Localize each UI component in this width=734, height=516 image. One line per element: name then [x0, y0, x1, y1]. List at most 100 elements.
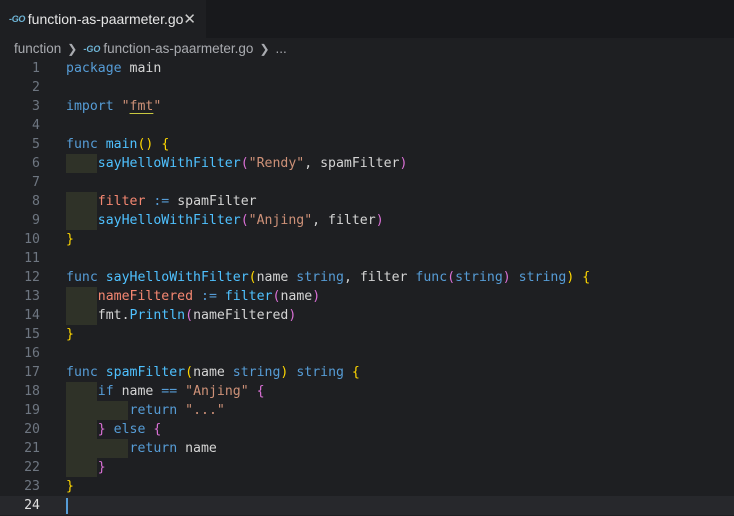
code-line[interactable]: 5 func main() { — [0, 135, 734, 154]
code-line[interactable]: 23} — [0, 477, 734, 496]
code-text: func main() { — [66, 135, 169, 154]
code-token: sayHelloWithFilter — [97, 156, 241, 171]
code-token: , spamFilter — [304, 156, 400, 171]
code-line[interactable]: 20 } else { — [0, 420, 734, 439]
line-number: 22 — [24, 460, 40, 475]
line-number: 23 — [24, 479, 40, 494]
code-token: "Anjing" — [185, 384, 249, 399]
code-token: } — [97, 460, 106, 475]
line-number: 9 — [32, 213, 40, 228]
code-line[interactable]: 17 func spamFilter(name string) string { — [0, 363, 734, 382]
tab-function-as-paarmeter[interactable]: -GO function-as-paarmeter.go ✕ — [0, 0, 206, 38]
line-number: 24 — [24, 498, 40, 513]
code-token: ) — [502, 270, 511, 285]
text-cursor — [66, 498, 68, 514]
code-line[interactable]: 10} — [0, 230, 734, 249]
code-token: string — [232, 365, 281, 380]
code-line[interactable]: 24 — [0, 496, 734, 515]
code-line[interactable]: 18 if name == "Anjing" { — [0, 382, 734, 401]
code-line[interactable]: 4 — [0, 116, 734, 135]
code-editor[interactable]: 1 package main 2 3 import "fmt" 4 5 func main()… — [0, 59, 734, 516]
line-number: 16 — [24, 346, 40, 361]
code-token: { — [582, 270, 591, 285]
code-token: ( — [248, 270, 257, 285]
line-number: 19 — [24, 403, 40, 418]
code-text: filter := spamFilter — [66, 192, 257, 211]
line-number: 2 — [32, 80, 40, 95]
code-text: sayHelloWithFilter("Anjing", filter) — [66, 211, 384, 230]
code-text: } — [66, 230, 74, 249]
code-text: package main — [66, 59, 161, 78]
code-line[interactable]: 8 filter := spamFilter — [0, 192, 734, 211]
line-number: 4 — [32, 118, 40, 133]
code-token: ) — [288, 308, 297, 323]
code-token: , filter — [343, 270, 416, 285]
line-number: 18 — [24, 384, 40, 399]
code-token: func — [66, 365, 98, 380]
code-line[interactable]: 22 } — [0, 458, 734, 477]
code-token: " — [121, 99, 130, 114]
code-token: spamFilter — [169, 194, 257, 209]
code-line[interactable]: 3 import "fmt" — [0, 97, 734, 116]
code-line[interactable]: 6 sayHelloWithFilter("Rendy", spamFilter… — [0, 154, 734, 173]
code-token: ( — [185, 365, 194, 380]
code-text: } — [66, 458, 106, 477]
code-token: sayHelloWithFilter — [105, 270, 249, 285]
code-token: { — [351, 365, 360, 380]
code-token: ) — [375, 213, 384, 228]
code-line[interactable]: 13 nameFiltered := filter(name) — [0, 287, 734, 306]
code-token: nameFiltered — [97, 289, 194, 304]
code-line[interactable]: 21 return name — [0, 439, 734, 458]
line-number: 13 — [24, 289, 40, 304]
breadcrumb-file[interactable]: function-as-paarmeter.go — [103, 41, 253, 56]
code-token: { — [153, 422, 162, 437]
code-token: if — [97, 384, 114, 399]
code-token: return — [129, 441, 178, 456]
code-token: name — [256, 270, 297, 285]
code-line[interactable]: 19 return "..." — [0, 401, 734, 420]
code-token: nameFiltered — [193, 308, 289, 323]
code-token: { — [256, 384, 265, 399]
code-line[interactable]: 15} — [0, 325, 734, 344]
breadcrumb: function ❯ -GO function-as-paarmeter.go … — [0, 38, 734, 59]
line-number: 7 — [32, 175, 40, 190]
code-token: package — [66, 61, 122, 76]
close-icon[interactable]: ✕ — [183, 10, 196, 28]
code-line[interactable]: 12 func sayHelloWithFilter(name string, f… — [0, 268, 734, 287]
code-line[interactable]: 7 — [0, 173, 734, 192]
breadcrumb-folder[interactable]: function — [14, 41, 61, 56]
code-line[interactable]: 2 — [0, 78, 734, 97]
code-line[interactable]: 11 — [0, 249, 734, 268]
code-line[interactable]: 9 sayHelloWithFilter("Anjing", filter) — [0, 211, 734, 230]
code-token: string — [296, 365, 344, 380]
code-token: return — [129, 403, 178, 418]
code-line[interactable]: 1 package main — [0, 59, 734, 78]
code-token: name — [177, 441, 217, 456]
code-line[interactable]: 16 — [0, 344, 734, 363]
line-number: 3 — [32, 99, 40, 114]
code-line[interactable]: 14 fmt.Println(nameFiltered) — [0, 306, 734, 325]
code-token: } — [66, 232, 74, 247]
code-token: string — [296, 270, 344, 285]
code-text: func spamFilter(name string) string { — [66, 363, 360, 382]
code-token: := — [153, 194, 170, 209]
line-number: 6 — [32, 156, 40, 171]
code-text: return name — [66, 439, 217, 458]
code-token: name — [193, 365, 233, 380]
line-number: 1 — [32, 61, 40, 76]
code-token: { — [161, 137, 170, 152]
code-token: ( — [240, 156, 249, 171]
breadcrumb-more[interactable]: ... — [276, 41, 287, 56]
code-token: "Rendy" — [248, 156, 305, 171]
